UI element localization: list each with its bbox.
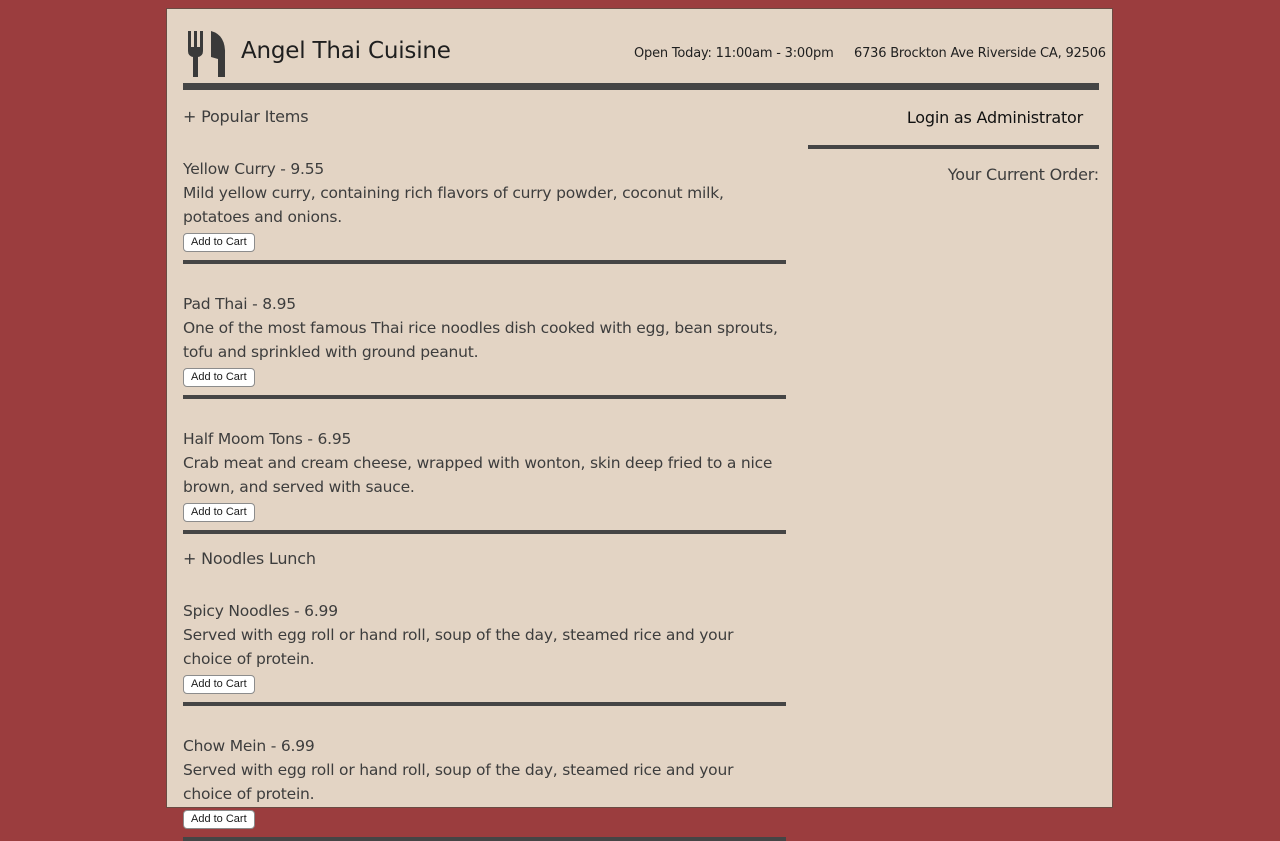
- add-to-cart-button[interactable]: Add to Cart: [183, 675, 255, 694]
- header-divider: [183, 83, 1099, 90]
- site-header: Angel Thai Cuisine Open Today: 11:00am -…: [183, 9, 1106, 91]
- menu-item-title: Spicy Noodles - 6.99: [183, 602, 338, 620]
- section-heading-popular-items[interactable]: + Popular Items: [183, 105, 786, 129]
- sidebar-divider: [808, 145, 1099, 149]
- opening-hours: Open Today: 11:00am - 3:00pm: [634, 46, 834, 61]
- login-admin-link[interactable]: Login as Administrator: [907, 108, 1083, 127]
- menu-item-title: Chow Mein - 6.99: [183, 737, 315, 755]
- item-divider: [183, 395, 786, 399]
- add-to-cart-button[interactable]: Add to Cart: [183, 233, 255, 252]
- menu-item: Yellow Curry - 9.55 Mild yellow curry, c…: [183, 157, 786, 264]
- site-title: Angel Thai Cuisine: [241, 38, 451, 64]
- menu-item-title: Pad Thai - 8.95: [183, 295, 296, 313]
- menu-list: + Popular Items Yellow Curry - 9.55 Mild…: [183, 105, 786, 841]
- menu-item: Half Moom Tons - 6.95 Crab meat and crea…: [183, 427, 786, 534]
- menu-item-description: Crab meat and cream cheese, wrapped with…: [183, 454, 773, 496]
- menu-item-title: Yellow Curry - 9.55: [183, 160, 325, 178]
- page-container: Angel Thai Cuisine Open Today: 11:00am -…: [166, 8, 1113, 841]
- section-heading-noodles-lunch[interactable]: + Noodles Lunch: [183, 547, 786, 571]
- item-divider: [183, 260, 786, 264]
- restaurant-address: 6736 Brockton Ave Riverside CA, 92506: [854, 46, 1106, 61]
- add-to-cart-button[interactable]: Add to Cart: [183, 810, 255, 829]
- menu-item-description: Served with egg roll or hand roll, soup …: [183, 626, 734, 668]
- item-divider: [183, 837, 786, 841]
- menu-item-description: Mild yellow curry, containing rich flavo…: [183, 184, 724, 226]
- menu-item-description: One of the most famous Thai rice noodles…: [183, 319, 778, 361]
- add-to-cart-button[interactable]: Add to Cart: [183, 503, 255, 522]
- menu-item: Spicy Noodles - 6.99 Served with egg rol…: [183, 599, 786, 706]
- item-divider: [183, 702, 786, 706]
- menu-item-description: Served with egg roll or hand roll, soup …: [183, 761, 734, 803]
- menu-item: Chow Mein - 6.99 Served with egg roll or…: [183, 734, 786, 841]
- menu-item-title: Half Moom Tons - 6.95: [183, 430, 352, 448]
- menu-item: Pad Thai - 8.95 One of the most famous T…: [183, 292, 786, 399]
- fork-knife-icon: [188, 31, 226, 77]
- current-order-label: Your Current Order:: [947, 165, 1099, 184]
- item-divider: [183, 530, 786, 534]
- add-to-cart-button[interactable]: Add to Cart: [183, 368, 255, 387]
